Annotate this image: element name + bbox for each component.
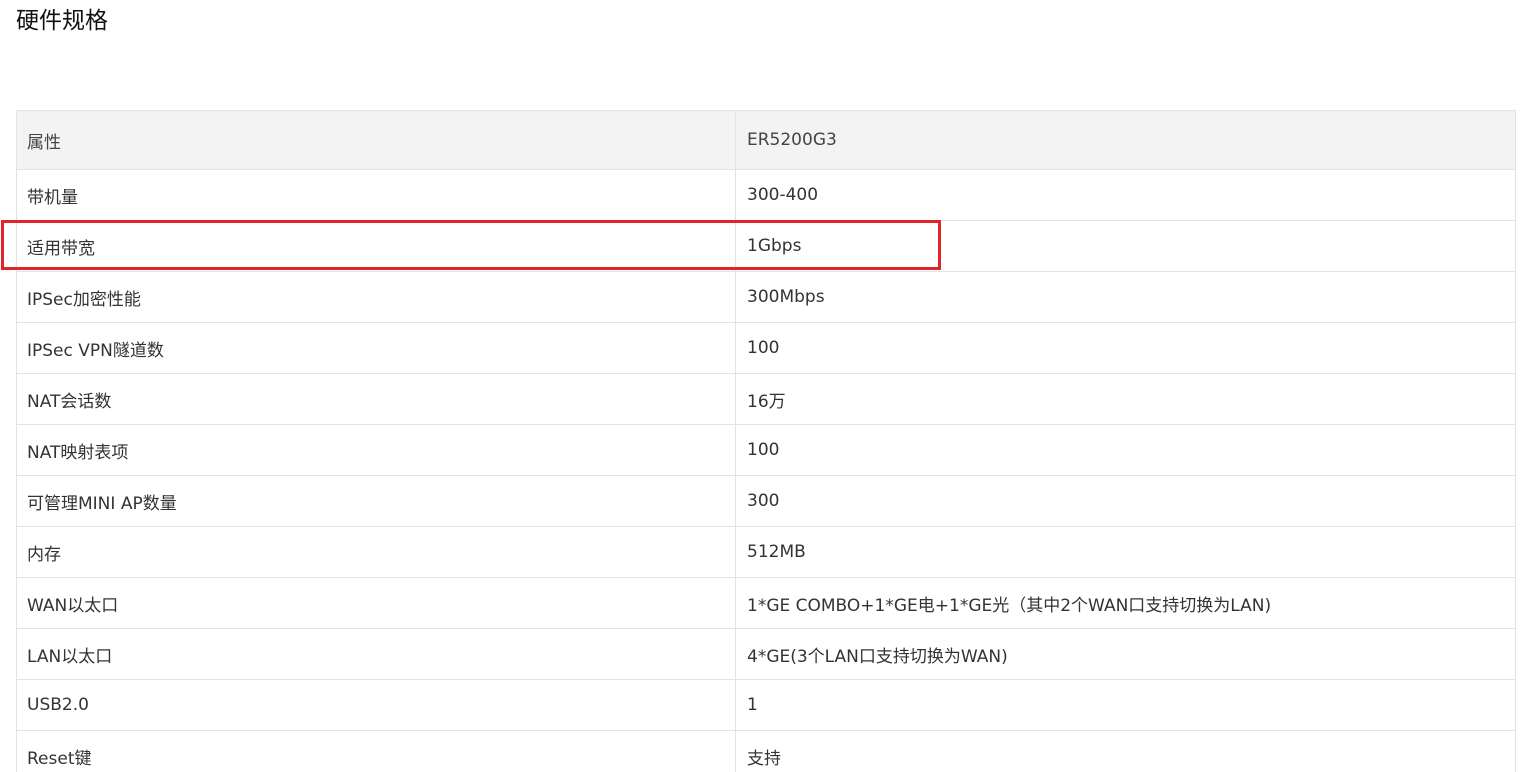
page-title: 硬件规格 xyxy=(16,8,108,34)
value-cell: 支持 xyxy=(735,730,1516,772)
value-cell: 300Mbps xyxy=(735,271,1516,323)
attribute-cell: WAN以太口 xyxy=(16,577,736,629)
table-header-row: 属性 ER5200G3 xyxy=(16,110,1516,170)
header-attribute-cell: 属性 xyxy=(16,110,736,170)
attribute-cell: NAT会话数 xyxy=(16,373,736,425)
table-row: WAN以太口 1*GE COMBO+1*GE电+1*GE光（其中2个WAN口支持… xyxy=(16,577,1516,629)
table-row: IPSec VPN隧道数 100 xyxy=(16,322,1516,374)
attribute-cell: LAN以太口 xyxy=(16,628,736,680)
table-row: USB2.0 1 xyxy=(16,679,1516,731)
page: 硬件规格 属性 ER5200G3 带机量 300-400 适用带宽 1Gbps … xyxy=(0,0,1522,772)
attribute-cell: 内存 xyxy=(16,526,736,578)
value-cell: 1Gbps xyxy=(735,220,1516,272)
value-cell: 16万 xyxy=(735,373,1516,425)
value-cell: 100 xyxy=(735,322,1516,374)
table-row-highlighted: 适用带宽 1Gbps xyxy=(16,220,1516,272)
value-cell: 4*GE(3个LAN口支持切换为WAN) xyxy=(735,628,1516,680)
attribute-cell: NAT映射表项 xyxy=(16,424,736,476)
attribute-cell: Reset键 xyxy=(16,730,736,772)
attribute-cell: 带机量 xyxy=(16,169,736,221)
attribute-cell: IPSec加密性能 xyxy=(16,271,736,323)
table-row: 带机量 300-400 xyxy=(16,169,1516,221)
value-cell: 300 xyxy=(735,475,1516,527)
attribute-cell: IPSec VPN隧道数 xyxy=(16,322,736,374)
attribute-cell: 适用带宽 xyxy=(16,220,736,272)
value-cell: 1*GE COMBO+1*GE电+1*GE光（其中2个WAN口支持切换为LAN) xyxy=(735,577,1516,629)
table-row: IPSec加密性能 300Mbps xyxy=(16,271,1516,323)
table-row: LAN以太口 4*GE(3个LAN口支持切换为WAN) xyxy=(16,628,1516,680)
value-cell: 300-400 xyxy=(735,169,1516,221)
table-row: 内存 512MB xyxy=(16,526,1516,578)
attribute-cell: USB2.0 xyxy=(16,679,736,731)
value-cell: 512MB xyxy=(735,526,1516,578)
value-cell: 100 xyxy=(735,424,1516,476)
header-model-cell: ER5200G3 xyxy=(735,110,1516,170)
table-row: Reset键 支持 xyxy=(16,730,1516,772)
attribute-cell: 可管理MINI AP数量 xyxy=(16,475,736,527)
table-row: 可管理MINI AP数量 300 xyxy=(16,475,1516,527)
hardware-spec-table: 属性 ER5200G3 带机量 300-400 适用带宽 1Gbps IPSec… xyxy=(16,110,1516,772)
table-row: NAT映射表项 100 xyxy=(16,424,1516,476)
table-row: NAT会话数 16万 xyxy=(16,373,1516,425)
value-cell: 1 xyxy=(735,679,1516,731)
